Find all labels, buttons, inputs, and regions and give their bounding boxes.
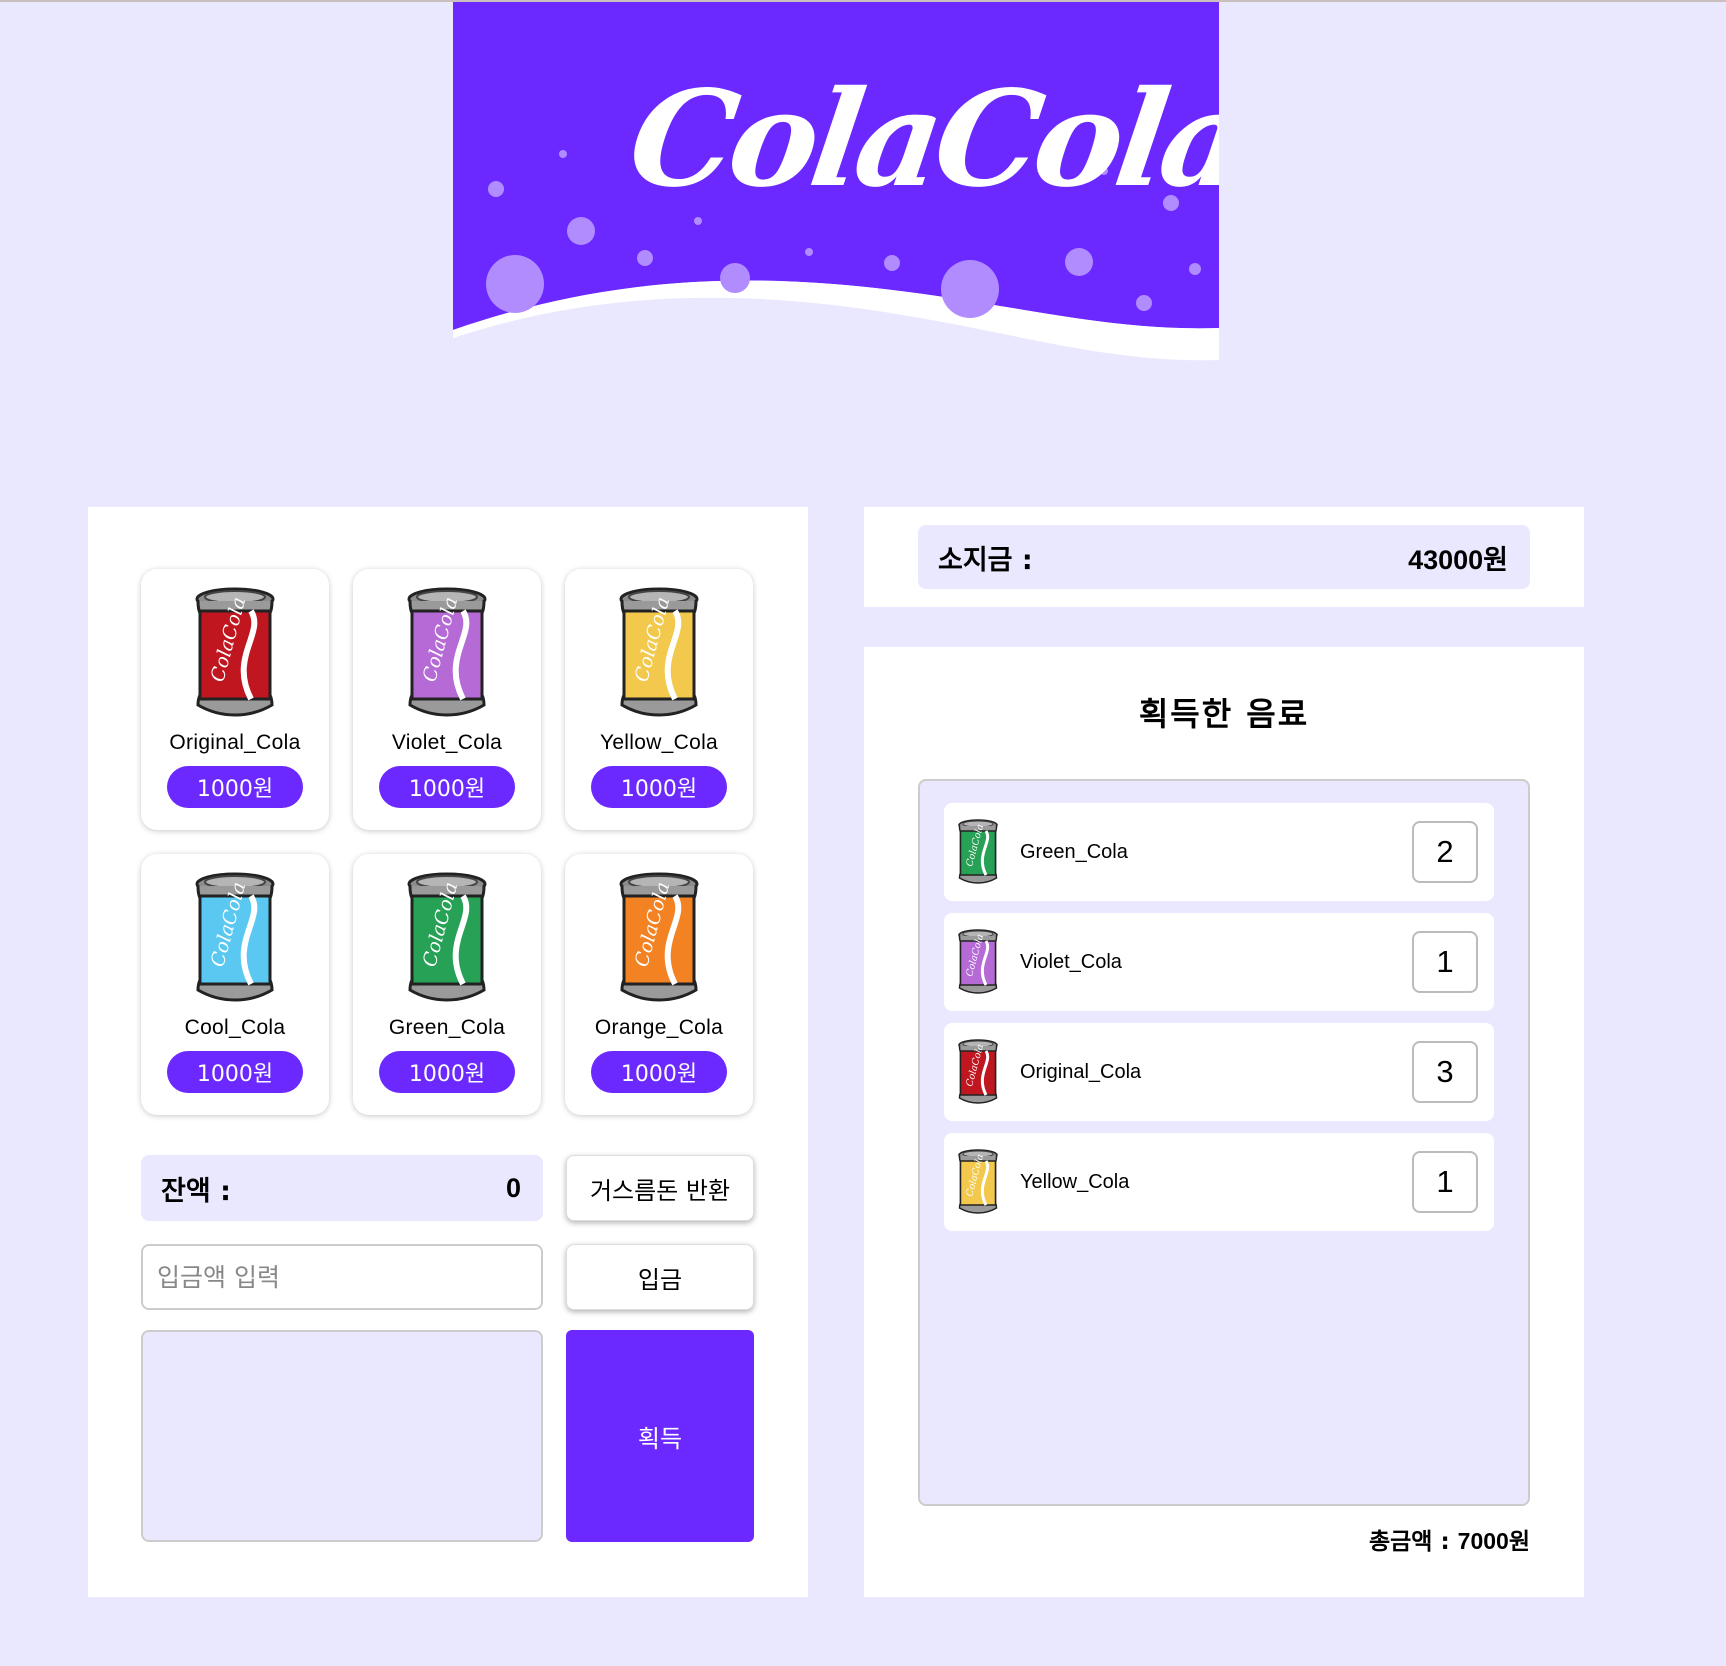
balance-display: 잔액 : 0 bbox=[141, 1155, 543, 1221]
acquired-item: ColaCola Green_Cola 2 bbox=[944, 803, 1494, 901]
colacola-logo: ColaCola bbox=[453, 2, 1219, 361]
balance-value: 0 bbox=[505, 1172, 521, 1203]
product-price-badge: 1000원 bbox=[379, 1051, 515, 1093]
acquired-drinks-panel: 획득한 음료 ColaCola Green_Cola 2 ColaCola Vi… bbox=[864, 647, 1584, 1597]
product-card[interactable]: ColaCola Yellow_Cola 1000원 bbox=[565, 569, 753, 830]
yellow-cola-can-icon: ColaCola bbox=[958, 1149, 998, 1215]
product-card[interactable]: ColaCola Cool_Cola 1000원 bbox=[141, 854, 329, 1115]
acquired-item-quantity: 3 bbox=[1412, 1041, 1478, 1103]
acquired-item-name: Original_Cola bbox=[1020, 1060, 1142, 1083]
acquired-list: ColaCola Green_Cola 2 ColaCola Violet_Co… bbox=[918, 779, 1530, 1506]
product-card[interactable]: ColaCola Original_Cola 1000원 bbox=[141, 569, 329, 830]
wallet-value: 43000원 bbox=[1408, 544, 1508, 575]
acquire-button[interactable]: 획득 bbox=[566, 1330, 754, 1542]
product-card[interactable]: ColaCola Orange_Cola 1000원 bbox=[565, 854, 753, 1115]
acquired-item: ColaCola Violet_Cola 1 bbox=[944, 913, 1494, 1011]
violet-cola-can-icon: ColaCola bbox=[407, 587, 487, 719]
product-name: Yellow_Cola bbox=[599, 731, 719, 754]
acquired-title: 획득한 음료 bbox=[1138, 695, 1310, 733]
selected-drinks-box bbox=[141, 1330, 543, 1542]
original-cola-can-icon: ColaCola bbox=[958, 1039, 998, 1105]
acquired-item-quantity: 1 bbox=[1412, 931, 1478, 993]
acquired-item-name: Violet_Cola bbox=[1020, 950, 1122, 973]
svg-text:ColaCola: ColaCola bbox=[621, 62, 1219, 217]
product-price-badge: 1000원 bbox=[379, 766, 515, 808]
wallet-display: 소지금 : 43000원 bbox=[918, 525, 1530, 589]
product-name: Green_Cola bbox=[388, 1016, 506, 1039]
product-price-badge: 1000원 bbox=[591, 1051, 727, 1093]
acquired-item: ColaCola Yellow_Cola 1 bbox=[944, 1133, 1494, 1231]
wallet-label: 소지금 : bbox=[938, 544, 1033, 576]
violet-cola-can-icon: ColaCola bbox=[958, 929, 998, 995]
deposit-input[interactable] bbox=[141, 1244, 543, 1310]
product-name: Cool_Cola bbox=[184, 1016, 286, 1039]
acquired-item-name: Yellow_Cola bbox=[1020, 1170, 1130, 1193]
product-card[interactable]: ColaCola Violet_Cola 1000원 bbox=[353, 569, 541, 830]
product-price-badge: 1000원 bbox=[167, 766, 303, 808]
original-cola-can-icon: ColaCola bbox=[195, 587, 275, 719]
total-amount: 총금액 : 7000원 bbox=[1369, 1522, 1530, 1556]
orange-cola-can-icon: ColaCola bbox=[619, 872, 699, 1004]
product-name: Orange_Cola bbox=[594, 1016, 724, 1039]
acquired-item: ColaCola Original_Cola 3 bbox=[944, 1023, 1494, 1121]
acquired-item-quantity: 1 bbox=[1412, 1151, 1478, 1213]
green-cola-can-icon: ColaCola bbox=[407, 872, 487, 1004]
total-value: 7000원 bbox=[1457, 1528, 1530, 1554]
product-name: Original_Cola bbox=[169, 731, 301, 754]
brand-banner: ColaCola bbox=[453, 2, 1219, 362]
balance-label: 잔액 : bbox=[161, 1175, 231, 1207]
cool-cola-can-icon: ColaCola bbox=[195, 872, 275, 1004]
deposit-button[interactable]: 입금 bbox=[566, 1244, 754, 1310]
green-cola-can-icon: ColaCola bbox=[958, 819, 998, 885]
vending-machine-panel: ColaCola Original_Cola 1000원 ColaCola Vi… bbox=[88, 507, 808, 1597]
product-card[interactable]: ColaCola Green_Cola 1000원 bbox=[353, 854, 541, 1115]
product-price-badge: 1000원 bbox=[591, 766, 727, 808]
wallet-panel: 소지금 : 43000원 bbox=[864, 507, 1584, 607]
product-grid: ColaCola Original_Cola 1000원 ColaCola Vi… bbox=[141, 569, 753, 1115]
acquired-item-name: Green_Cola bbox=[1020, 840, 1128, 863]
product-price-badge: 1000원 bbox=[167, 1051, 303, 1093]
product-name: Violet_Cola bbox=[391, 731, 503, 754]
total-label: 총금액 : bbox=[1368, 1529, 1450, 1555]
yellow-cola-can-icon: ColaCola bbox=[619, 587, 699, 719]
acquired-item-quantity: 2 bbox=[1412, 821, 1478, 883]
return-change-button[interactable]: 거스름돈 반환 bbox=[566, 1155, 754, 1221]
